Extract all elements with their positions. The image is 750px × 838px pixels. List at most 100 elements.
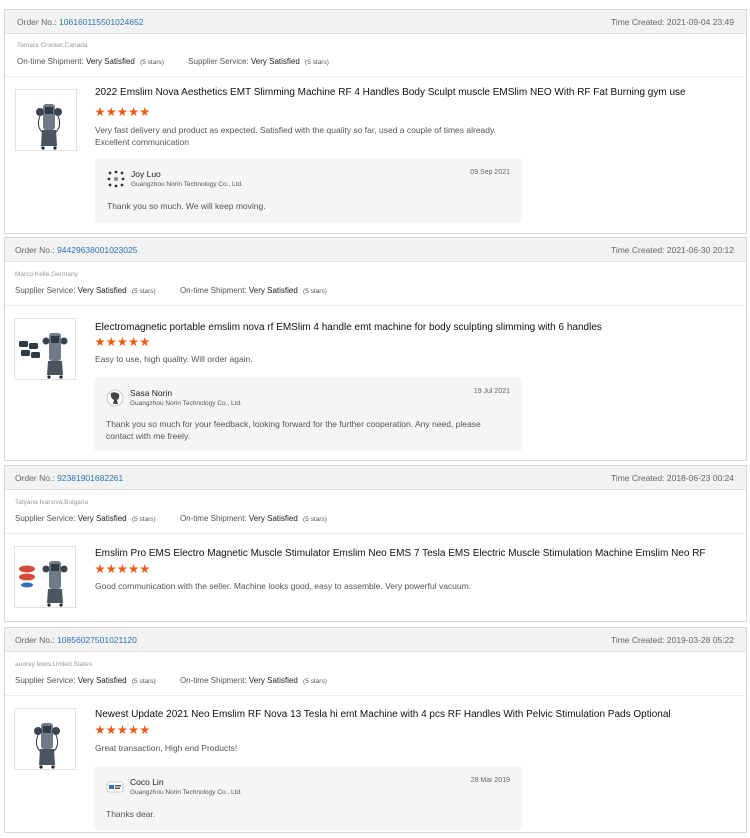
reply-author-name: Coco Lin — [130, 777, 164, 787]
divider — [5, 533, 746, 534]
ontime-shipment-rating: On-time Shipment: Very Satisfied (5 star… — [180, 514, 327, 523]
buyer-name: Tamara Crocker,Canada — [17, 42, 88, 49]
ontime-shipment-rating: On-time Shipment: Very Satisfied (5 star… — [180, 286, 327, 295]
order-number-label: Order No.: — [15, 473, 55, 483]
star-icon — [106, 107, 116, 117]
supplier-service-label: Supplier Service: — [15, 286, 76, 295]
machine-image — [34, 723, 60, 769]
ontime-shipment-label: On-time Shipment: — [17, 57, 84, 66]
order-number-link[interactable]: 92381901682261 — [57, 473, 123, 483]
order-number-link[interactable]: 10856027501021120 — [57, 635, 137, 645]
reply-date: 09 Sep 2021 — [470, 169, 510, 176]
rating-value: Very Satisfied — [77, 676, 127, 685]
star-icon — [128, 337, 139, 347]
star-icon — [139, 107, 150, 117]
review-comment: Good communication with the seller. Mach… — [95, 580, 471, 592]
supplier-service-rating: Supplier Service: Very Satisfied (5 star… — [15, 514, 156, 523]
review-comment: Easy to use, high quality. Will order ag… — [95, 353, 253, 365]
reply-date: 28 Mar 2019 — [470, 777, 510, 784]
review-card: Order No.: 106160115501024652 Time Creat… — [4, 9, 747, 234]
rating-stars: (5 stars) — [303, 288, 327, 295]
comment-line: Easy to use, high quality. Will order ag… — [95, 354, 253, 364]
divider — [5, 695, 746, 696]
star-icon — [117, 564, 128, 574]
time-created-label: Time Created: — [610, 245, 665, 255]
comment-line: Excellent communication — [95, 137, 190, 147]
time-created: Time Created: 2019-03-28 05:22 — [611, 635, 734, 645]
review-card: Order No.: 92381901682261 Time Created: … — [4, 465, 747, 622]
star-icon — [95, 564, 105, 574]
comment-line: Very fast delivery and product as expect… — [95, 125, 496, 135]
product-title[interactable]: Emslim Pro EMS Electro Magnetic Muscle S… — [95, 548, 706, 559]
reply-author-name: Joy Luo — [131, 169, 161, 179]
review-header: Order No.: 92381901682261 Time Created: … — [5, 466, 746, 490]
reply-text: Thanks dear. — [106, 808, 492, 820]
order-number-link[interactable]: 94429638001023025 — [57, 245, 137, 255]
product-title[interactable]: 2022 Emslim Nova Aesthetics EMT Slimming… — [95, 87, 686, 98]
review-comment: Very fast delivery and product as expect… — [95, 124, 496, 148]
star-icon — [106, 725, 116, 735]
order-number-row: Order No.: 94429638001023025 — [15, 245, 137, 255]
supplier-service-rating: Supplier Service: Very Satisfied (5 star… — [15, 286, 156, 295]
time-created: Time Created: 2018-06-23 00:24 — [611, 473, 734, 483]
time-created: Time Created: 2021-09-04 23:49 — [611, 17, 734, 27]
supplier-service-label: Supplier Service: — [188, 57, 249, 66]
order-number-label: Order No.: — [15, 245, 55, 255]
product-thumbnail[interactable] — [15, 89, 77, 151]
reply-company: Guangzhou Norin Technology Co., Ltd. — [131, 181, 243, 188]
order-number-row: Order No.: 106160115501024652 — [17, 17, 144, 27]
order-number-label: Order No.: — [15, 635, 55, 645]
order-number-label: Order No.: — [17, 17, 57, 27]
rating-value: Very Satisfied — [248, 676, 298, 685]
time-created-label: Time Created: — [610, 17, 665, 27]
star-icon — [128, 107, 139, 117]
service-ratings: Supplier Service: Very Satisfied (5 star… — [15, 286, 349, 295]
service-ratings: Supplier Service: Very Satisfied (5 star… — [15, 514, 349, 523]
star-rating — [95, 725, 151, 737]
star-icon — [139, 564, 150, 574]
star-icon — [139, 337, 150, 347]
buyer-name: Marco Kelle,Germany — [15, 271, 78, 278]
ontime-shipment-label: On-time Shipment: — [179, 286, 247, 295]
service-ratings: Supplier Service: Very Satisfied (5 star… — [15, 676, 349, 685]
comment-line: Great transaction, High end Products! — [95, 743, 238, 753]
order-number-row: Order No.: 10856027501021120 — [15, 635, 137, 645]
divider — [5, 305, 746, 306]
buyer-name: audrey lewis,United States — [15, 661, 92, 668]
rating-stars: (5 stars) — [140, 59, 164, 66]
review-card: Order No.: 94429638001023025 Time Create… — [4, 237, 747, 461]
ontime-shipment-rating: On-time Shipment: Very Satisfied (5 star… — [180, 676, 327, 685]
time-created-label: Time Created: — [610, 635, 665, 645]
time-created-label: Time Created: — [610, 473, 665, 483]
reply-line: Thank you so much for your feedback, loo… — [106, 419, 481, 429]
reply-text: Thank you so much for your feedback, loo… — [106, 418, 502, 442]
order-number-link[interactable]: 106160115501024652 — [59, 17, 143, 27]
star-icon — [95, 107, 105, 117]
machine-image — [19, 333, 68, 379]
product-title[interactable]: Electromagnetic portable emslim nova rf … — [95, 322, 602, 333]
star-icon — [117, 337, 128, 347]
machine-image — [19, 561, 68, 607]
rating-value: Very Satisfied — [77, 286, 127, 295]
star-icon — [139, 725, 150, 735]
reply-line: contact with me freely. — [106, 431, 190, 441]
service-ratings: On-time Shipment: Very Satisfied (5 star… — [17, 57, 351, 66]
product-thumbnail[interactable] — [14, 318, 76, 380]
star-icon — [95, 337, 105, 347]
product-thumbnail[interactable] — [14, 708, 76, 770]
product-title[interactable]: Newest Update 2021 Neo Emslim RF Nova 13… — [95, 709, 671, 720]
product-thumbnail[interactable] — [14, 546, 76, 608]
supplier-service-rating: Supplier Service: Very Satisfied (5 star… — [188, 57, 329, 66]
rating-value: Very Satisfied — [85, 57, 135, 66]
time-created-value: 2019-03-28 05:22 — [666, 635, 734, 645]
rating-stars: (5 stars) — [131, 678, 156, 685]
buyer-name: Tatyana Ivanova,Bulgaria — [15, 499, 88, 506]
ontime-shipment-rating: On-time Shipment: Very Satisfied (5 star… — [17, 57, 164, 66]
star-icon — [128, 564, 139, 574]
rating-stars: (5 stars) — [131, 288, 156, 295]
star-icon — [117, 107, 128, 117]
reply-author-name: Sasa Norin — [130, 388, 173, 398]
rating-stars: (5 stars) — [303, 516, 327, 523]
star-rating — [95, 107, 151, 119]
machine-image — [36, 104, 62, 150]
